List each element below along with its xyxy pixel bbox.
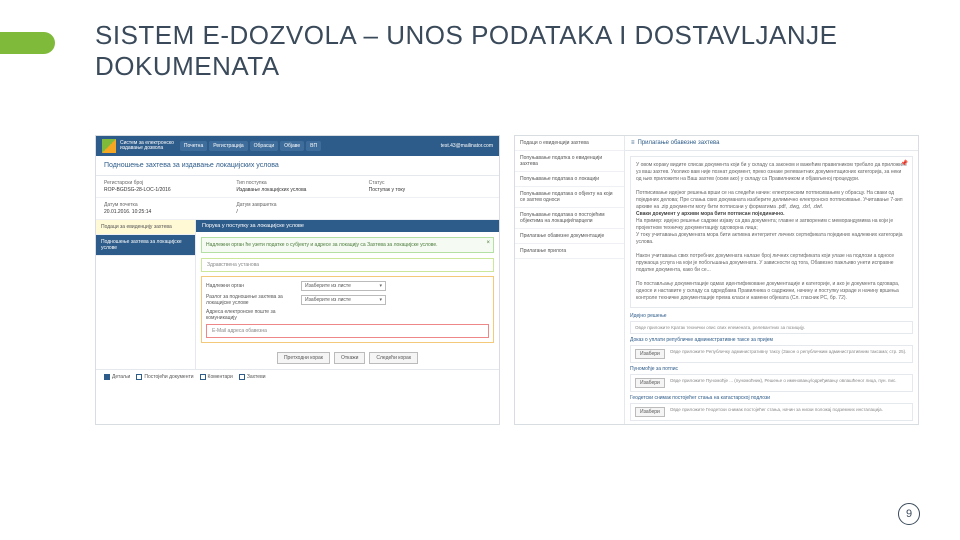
section-header: Подношење захтева за издавање локацијски… (96, 156, 499, 176)
grp3-button[interactable]: Изабери (635, 378, 665, 388)
authority-label: Надлежни орган (206, 283, 301, 289)
brand-line2: издавање дозвола (120, 146, 174, 151)
step-5[interactable]: Прилагање обавезне документације (515, 229, 624, 244)
nav-notices[interactable]: Објаве (280, 141, 304, 151)
ftab-details[interactable]: Детаљи (104, 374, 130, 380)
grp3-text: Овде приложите Пуномоћје ... (пуномоћник… (670, 378, 897, 383)
screenshot-right: Подаци о евиденцији захтева Попуњавање п… (514, 135, 919, 425)
email-label: Адреса електронске поште за комуникацију (206, 309, 301, 321)
p2-sidebar: Подаци о евиденцији захтева Попуњавање п… (515, 136, 625, 424)
grp1-title: Идејно решење (630, 313, 913, 319)
slide-title: SISTEM E-DOZVOLA – UNOS PODATAKA I DOSTA… (95, 20, 960, 82)
p2-header-text: Прилагање обавезне захтева (638, 140, 720, 146)
grp4-button[interactable]: Изабери (635, 407, 665, 417)
form-title-bar: Порука у поступку за локацијске услове (196, 220, 499, 232)
info-row-2: Датум почетка20.01.2016. 10:25:14 Датум … (96, 198, 499, 220)
p2-side-title: Подаци о евиденцији захтева (515, 136, 624, 151)
footer-tabs: Детаљи Постојећи документи Коментари Зах… (96, 369, 499, 384)
note-p6: По постављању документације одмах иденти… (636, 281, 907, 302)
grp4-title: Геодетски снимак постојећег стања на кат… (630, 395, 913, 401)
proc-type-label: Тип поступка (236, 180, 358, 186)
start-date-label: Датум почетка (104, 202, 226, 208)
authority-value: Изаберите из листе (305, 283, 351, 289)
grp1-text: Овде приложите Кратак технички опис свих… (635, 325, 805, 330)
status-value: Поступак у току (369, 187, 491, 193)
check-icon (200, 374, 206, 380)
tab-submit[interactable]: Подношење захтева за локацијске услове (96, 235, 195, 256)
grp2-title: Доказ о уплати републичке административн… (630, 337, 913, 343)
instructions-note: 📌 У овом кораку видите списак документа … (630, 156, 913, 308)
app-topbar: Систем за електронско издавање дозвола П… (96, 136, 499, 156)
ftab-docs[interactable]: Постојећи документи (136, 374, 193, 380)
proc-type-value: Издавање локацијских услова (236, 187, 358, 193)
nav-buttons: Почетна Регистрација Обрасци Објаве ВП (180, 141, 321, 151)
status-label: Статус (369, 180, 491, 186)
app-brand: Систем за електронско издавање дозвола (120, 141, 174, 151)
reg-num-label: Регистарски број (104, 180, 226, 186)
user-email[interactable]: test.43@mailinator.com (441, 143, 493, 149)
note-p3: На пример: идејно решење садржи изјаву с… (636, 218, 907, 232)
step-6[interactable]: Прилагање прилога (515, 244, 624, 259)
info-message: Надлежни орган ће узети податке о субјек… (201, 237, 494, 253)
authority-select[interactable]: Изаберите из листе (301, 281, 386, 291)
reg-num-value: ROP-BGDSG-28-LOC-1/2016 (104, 187, 226, 193)
form-area: Порука у поступку за локацијске услове Н… (196, 220, 499, 369)
p2-header: ≡ Прилагање обавезне захтева (625, 136, 918, 151)
side-tabs: Подаци за евиденцију захтева Подношење з… (96, 220, 196, 369)
ftab-requests[interactable]: Захтеви (239, 374, 266, 380)
pin-icon: 📌 (901, 160, 908, 168)
step-4[interactable]: Попуњавање података о постојећим објекти… (515, 208, 624, 229)
next-button[interactable]: Следећи корак (369, 352, 418, 364)
step-3[interactable]: Попуњавање података о објекту на који се… (515, 187, 624, 208)
content-split: Подаци за евиденцију захтева Подношење з… (96, 220, 499, 369)
grp3-title: Пуномоћје за потпис (630, 366, 913, 372)
doc-group-1: Идејно решење Овде приложите Кратак техн… (630, 313, 913, 334)
screenshots-row: Систем за електронско издавање дозвола П… (95, 135, 919, 425)
note-p1: У овом кораку видите списак документа ко… (636, 162, 907, 183)
form-fields-box: Надлежни орган Изаберите из листе Разлог… (201, 276, 494, 343)
doc-group-3: Пуномоћје за потпис Изабери Овде приложит… (630, 366, 913, 392)
check-icon (104, 374, 110, 380)
nav-vp[interactable]: ВП (306, 141, 321, 151)
info-row-1: Регистарски бројROP-BGDSG-28-LOC-1/2016 … (96, 176, 499, 198)
cancel-button[interactable]: Откажи (334, 352, 365, 364)
hamburger-icon: ≡ (631, 140, 635, 146)
applicant-box: Здравствена установа (201, 258, 494, 272)
end-date-label: Датум завршетка (236, 202, 358, 208)
reason-value: Изаберите из листе (305, 297, 351, 303)
doc-group-4: Геодетски снимак постојећег стања на кат… (630, 395, 913, 421)
p2-split: Подаци о евиденцији захтева Попуњавање п… (515, 136, 918, 424)
screenshot-left: Систем за електронско издавање дозвола П… (95, 135, 500, 425)
start-date-value: 20.01.2016. 10:25:14 (104, 209, 226, 215)
note-p4: У току учитавања докумената мора бити ак… (636, 232, 907, 246)
page-number: 9 (898, 503, 920, 525)
end-date-value: / (236, 209, 358, 215)
note-bold: Сваки документ у архиви мора бити потпис… (636, 211, 907, 218)
prev-button[interactable]: Претходни корак (277, 352, 330, 364)
doc-group-2: Доказ о уплати републичке административн… (630, 337, 913, 363)
app-logo-icon (102, 139, 116, 153)
wizard-buttons: Претходни корак Откажи Следећи корак (196, 347, 499, 369)
p2-content: ≡ Прилагање обавезне захтева 📌 У овом ко… (625, 136, 918, 424)
nav-forms[interactable]: Обрасци (250, 141, 278, 151)
grp4-text: Овде приложите Геодетски снимак постојећ… (670, 407, 883, 412)
nav-home[interactable]: Почетна (180, 141, 207, 151)
step-1[interactable]: Попуњавање податка о евиденцији захтева (515, 151, 624, 172)
reason-select[interactable]: Изаберите из листе (301, 295, 386, 305)
nav-register[interactable]: Регистрација (209, 141, 247, 151)
grp2-text: Овде приложите Републичку административн… (670, 349, 907, 354)
ftab-comments[interactable]: Коментари (200, 374, 233, 380)
check-icon (136, 374, 142, 380)
email-error: Е-Mail адреса обавезна (206, 324, 489, 338)
note-p5: Након учитавања свих потребних докуменат… (636, 253, 907, 274)
reason-label: Разлог за подношење захтева за локацијск… (206, 294, 301, 306)
accent-bar (0, 32, 55, 54)
close-icon[interactable]: × (486, 240, 490, 246)
info-text: Надлежни орган ће узети податке о субјек… (206, 242, 438, 248)
tab-evidence[interactable]: Подаци за евиденцију захтева (96, 220, 195, 235)
note-p2: Потписивање идејног решења врши се на сл… (636, 190, 907, 211)
step-2[interactable]: Попуњавање података о локацији (515, 172, 624, 187)
grp2-button[interactable]: Изабери (635, 349, 665, 359)
check-icon (239, 374, 245, 380)
